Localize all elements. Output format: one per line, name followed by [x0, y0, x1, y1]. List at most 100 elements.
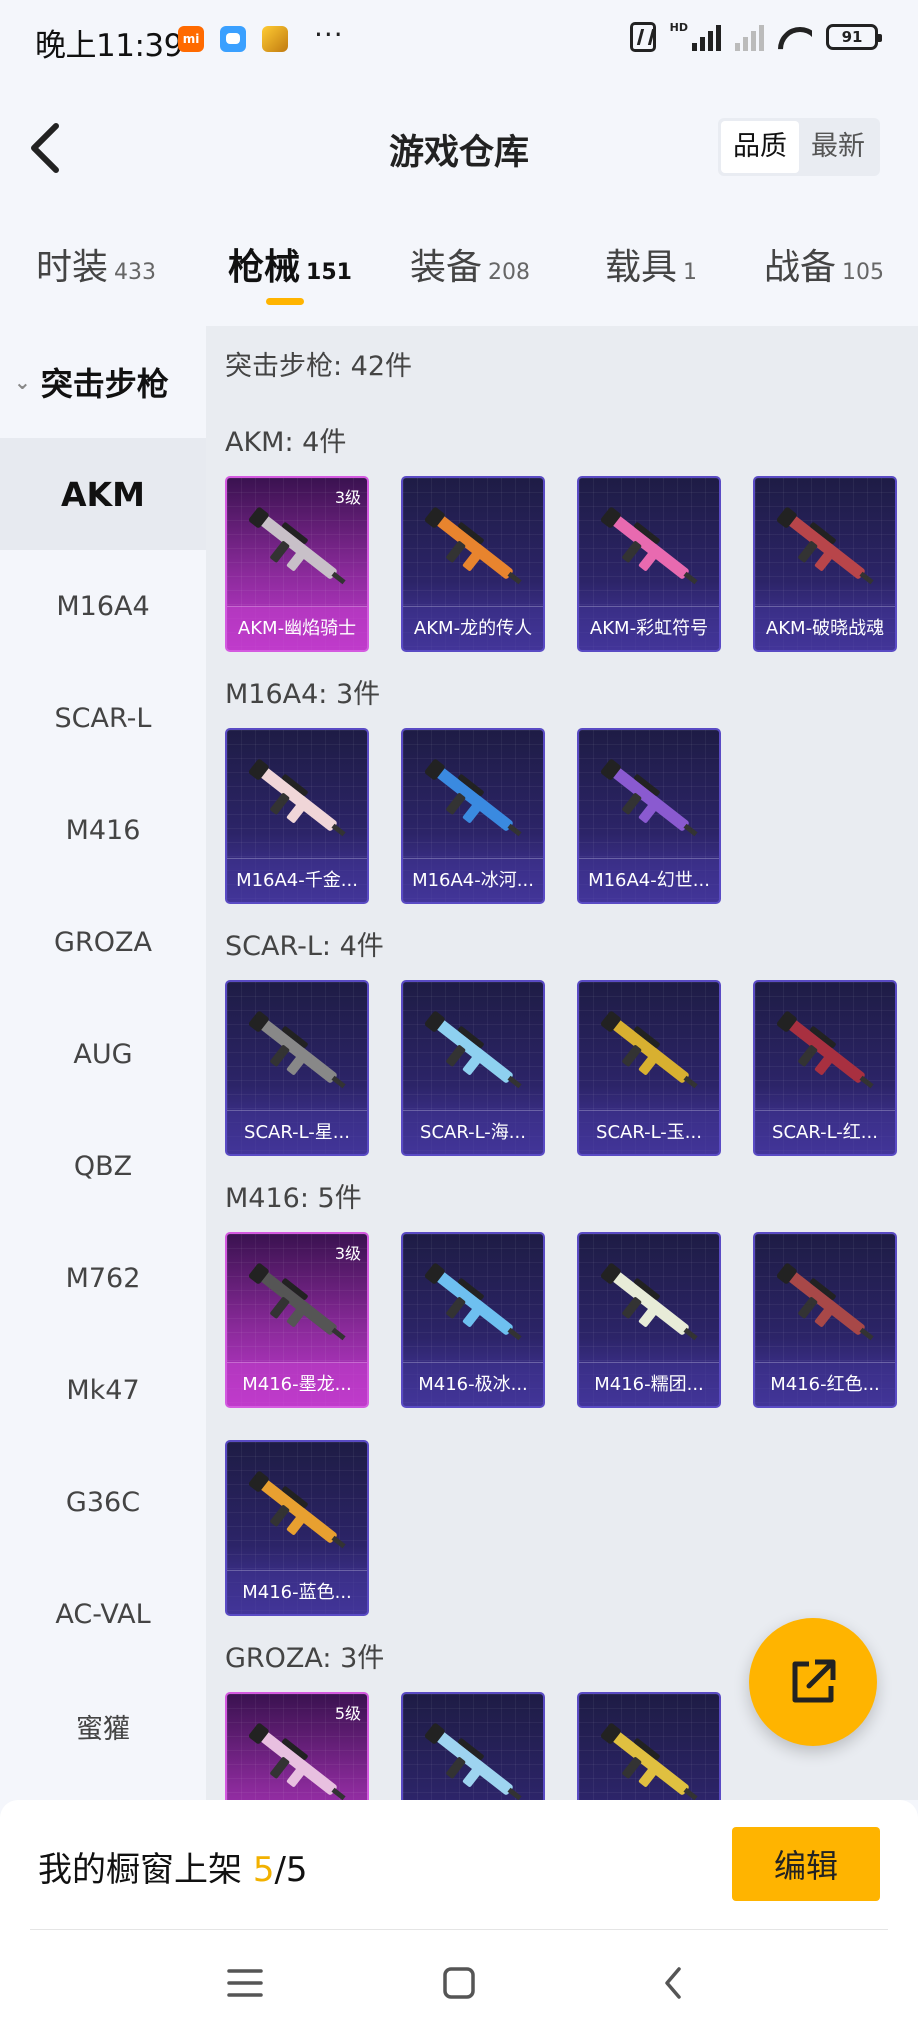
- skin-card[interactable]: SCAR-L-星...: [225, 980, 369, 1156]
- skin-card[interactable]: SCAR-L-海...: [401, 980, 545, 1156]
- skin-name: SCAR-L-星...: [227, 1110, 367, 1154]
- sidebar-item-m762[interactable]: M762: [0, 1222, 206, 1334]
- tab-equipment[interactable]: 装备 208: [410, 238, 530, 290]
- sidebar-item-g36c[interactable]: G36C: [0, 1446, 206, 1558]
- tab-label: 枪械: [228, 247, 301, 288]
- skin-card[interactable]: SCAR-L-红...: [753, 980, 897, 1156]
- status-indicators: HD 91: [629, 21, 882, 52]
- edit-button[interactable]: 编辑: [732, 1827, 880, 1901]
- skin-card[interactable]: M16A4-千金...: [225, 728, 369, 904]
- weapon-image: [593, 504, 709, 594]
- sidebar-item-akm[interactable]: AKM: [0, 438, 206, 550]
- tab-count: 1: [683, 260, 698, 285]
- home-square-icon[interactable]: [434, 1958, 484, 2008]
- showcase-count: 5: [252, 1850, 275, 1890]
- showcase-bar: 我的橱窗上架 5/5 编辑: [0, 1800, 918, 1930]
- skin-name: M416-红色...: [755, 1362, 895, 1406]
- section-title-scar-l: SCAR-L: 4件: [225, 931, 384, 962]
- tab-supplies[interactable]: 战备 105: [764, 238, 884, 290]
- skin-card[interactable]: SCAR-L-玉...: [577, 980, 721, 1156]
- skin-card[interactable]: 3级 AKM-幽焰骑士: [225, 476, 369, 652]
- skin-card[interactable]: 5级: [225, 1692, 369, 1800]
- tab-count: 208: [488, 260, 531, 285]
- sort-newest-button[interactable]: 最新: [799, 121, 877, 173]
- tab-count: 105: [842, 260, 885, 285]
- weapon-sidebar: ⌄ 突击步枪 AKM M16A4 SCAR-L M416 GROZA AUG Q…: [0, 326, 206, 1800]
- sidebar-item-m416[interactable]: M416: [0, 774, 206, 886]
- level-badge: 3级: [334, 488, 361, 507]
- skin-name: SCAR-L-玉...: [579, 1110, 719, 1154]
- sidebar-group-label: 突击步枪: [40, 365, 169, 403]
- tab-vehicles[interactable]: 载具 1: [605, 238, 697, 290]
- skin-name: M416-极冰...: [403, 1362, 543, 1406]
- tab-fashion[interactable]: 时装 433: [36, 238, 156, 290]
- skin-card[interactable]: M416-极冰...: [401, 1232, 545, 1408]
- weapon-image: [769, 504, 885, 594]
- tab-label: 时装: [36, 247, 109, 288]
- sidebar-item-mk47[interactable]: Mk47: [0, 1334, 206, 1446]
- weapon-image: [769, 1008, 885, 1098]
- skin-card[interactable]: [401, 1692, 545, 1800]
- skin-card[interactable]: M416-红色...: [753, 1232, 897, 1408]
- weapon-image: [417, 756, 533, 846]
- skin-card[interactable]: M16A4-幻世...: [577, 728, 721, 904]
- skin-card[interactable]: [577, 1692, 721, 1800]
- category-count: 突击步枪: 42件: [225, 351, 413, 382]
- skin-card[interactable]: AKM-彩虹符号: [577, 476, 721, 652]
- skin-card[interactable]: AKM-破晓战魂: [753, 476, 897, 652]
- sidebar-item-scar-l[interactable]: SCAR-L: [0, 662, 206, 774]
- sort-quality-button[interactable]: 品质: [721, 121, 799, 173]
- level-badge: 5级: [334, 1704, 361, 1723]
- section-title-m416: M416: 5件: [225, 1183, 362, 1214]
- tab-label: 载具: [605, 247, 678, 288]
- skin-name: AKM-幽焰骑士: [227, 606, 367, 650]
- skin-card[interactable]: M416-糯团...: [577, 1232, 721, 1408]
- weapon-image: [593, 756, 709, 846]
- sidebar-item-qbz[interactable]: QBZ: [0, 1110, 206, 1222]
- signal-icon: [692, 23, 721, 51]
- skin-card[interactable]: 3级 M416-墨龙...: [225, 1232, 369, 1408]
- skin-name: AKM-龙的传人: [403, 606, 543, 650]
- message-app-icon: [220, 26, 246, 52]
- battery-icon: 91: [826, 24, 882, 50]
- header: 游戏仓库 品质 最新: [0, 82, 918, 212]
- skin-name: M416-糯团...: [579, 1362, 719, 1406]
- skin-name: M16A4-千金...: [227, 858, 367, 902]
- category-tabs: 时装 433 枪械 151 装备 208 载具 1 战备 105: [0, 232, 918, 312]
- skin-card[interactable]: AKM-龙的传人: [401, 476, 545, 652]
- sidebar-item-aug[interactable]: AUG: [0, 998, 206, 1110]
- sidebar-item-groza[interactable]: GROZA: [0, 886, 206, 998]
- section-title-m16a4: M16A4: 3件: [225, 679, 381, 710]
- tab-firearms[interactable]: 枪械 151: [228, 238, 352, 290]
- sort-toggle: 品质 最新: [718, 118, 880, 176]
- skin-name: AKM-破晓战魂: [755, 606, 895, 650]
- skin-card[interactable]: M16A4-冰河...: [401, 728, 545, 904]
- skin-name: M416-蓝色...: [227, 1570, 367, 1614]
- weapon-image: [769, 1260, 885, 1350]
- menu-icon[interactable]: [220, 1958, 270, 2008]
- active-tab-indicator: [266, 298, 304, 305]
- share-button[interactable]: [749, 1618, 877, 1746]
- weapon-image: [593, 1008, 709, 1098]
- sidebar-item-ac-val[interactable]: AC-VAL: [0, 1558, 206, 1670]
- weapon-image: [593, 1260, 709, 1350]
- weapon-image: [593, 1720, 709, 1800]
- weapon-image: [241, 1468, 357, 1558]
- more-notifications-icon: ···: [314, 18, 344, 51]
- sidebar-item-honey-badger[interactable]: 蜜獾: [0, 1670, 206, 1782]
- skin-name: M416-墨龙...: [227, 1362, 367, 1406]
- weapon-image: [417, 1720, 533, 1800]
- skin-name: M16A4-幻世...: [579, 858, 719, 902]
- showcase-label: 我的橱窗上架: [38, 1850, 242, 1890]
- nav-back-icon[interactable]: [648, 1958, 698, 2008]
- section-title-groza: GROZA: 3件: [225, 1643, 385, 1674]
- tab-label: 装备: [410, 247, 483, 288]
- weapon-image: [241, 1720, 357, 1800]
- sidebar-item-m16a4[interactable]: M16A4: [0, 550, 206, 662]
- sidebar-group-assault-rifles[interactable]: ⌄ 突击步枪: [0, 326, 206, 438]
- weapon-image: [241, 1260, 357, 1350]
- weapon-grid: 突击步枪: 42件 AKM: 4件 3级 AKM-幽焰骑士 AKM-龙的传人 A…: [206, 326, 918, 1800]
- skin-card[interactable]: M416-蓝色...: [225, 1440, 369, 1616]
- skin-name: M16A4-冰河...: [403, 858, 543, 902]
- system-nav-bar: [0, 1930, 918, 2040]
